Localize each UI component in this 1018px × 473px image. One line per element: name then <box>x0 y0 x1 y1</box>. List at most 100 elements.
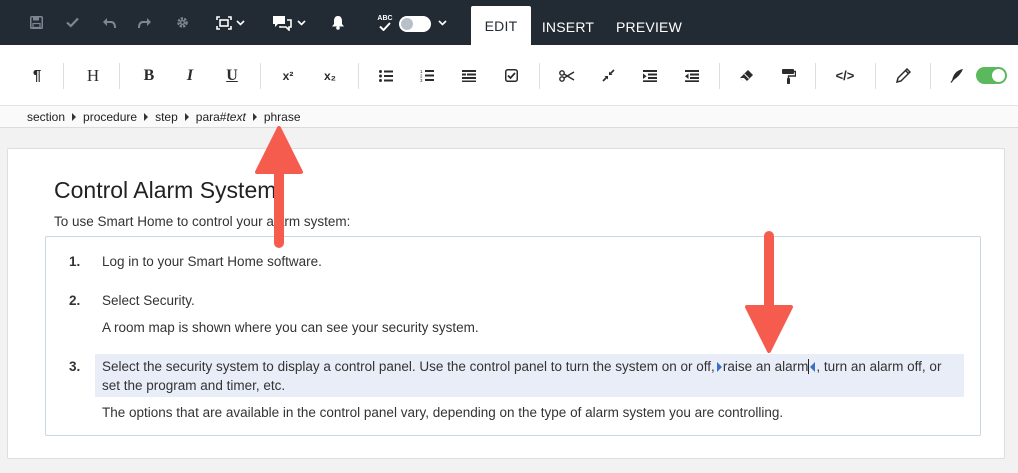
checkbox-icon <box>504 69 518 82</box>
feather-icon <box>950 69 963 83</box>
tab-edit[interactable]: EDIT <box>471 6 531 45</box>
code-button[interactable]: </> <box>833 45 857 106</box>
toolbar-separator <box>260 63 261 89</box>
phrase-text: raise an alarm <box>722 359 809 374</box>
comments-icon[interactable] <box>271 0 293 45</box>
eraser-icon <box>739 70 753 81</box>
italic-button[interactable]: I <box>180 45 200 106</box>
pencil-icon <box>895 68 911 83</box>
underline-button[interactable]: U <box>222 45 242 106</box>
track-changes-toggle[interactable] <box>976 67 1007 84</box>
format-painter-button[interactable] <box>779 45 797 106</box>
paragraph-button[interactable]: ¶ <box>28 45 46 106</box>
annotation-arrow-up-icon <box>255 126 303 248</box>
toolbar-separator <box>719 63 720 89</box>
toolbar-separator <box>815 63 816 89</box>
chevron-down-icon[interactable] <box>297 0 306 45</box>
document-title[interactable]: Control Alarm System <box>54 177 276 204</box>
fit-view-icon[interactable] <box>214 0 234 45</box>
numbered-list-button[interactable]: 123 <box>418 45 436 106</box>
outdent-icon <box>685 69 699 82</box>
top-bar: ABC EDIT INSERT PREVIEW <box>0 0 1018 45</box>
selected-paragraph[interactable]: Select the security system to display a … <box>95 354 964 397</box>
format-toolbar: ¶ H B I U x² x₂ 123 </> <box>0 45 1018 106</box>
paint-roller-icon <box>781 68 796 84</box>
breadcrumb-item-phrase[interactable]: phrase <box>264 110 301 124</box>
spellcheck-toggle[interactable] <box>399 16 431 32</box>
chevron-down-icon[interactable] <box>438 0 447 45</box>
code-icon: </> <box>835 68 855 83</box>
step-text[interactable]: Log in to your Smart Home software. <box>102 254 322 269</box>
clear-format-button[interactable] <box>737 45 755 106</box>
toolbar-separator <box>875 63 876 89</box>
scissors-icon <box>559 69 575 82</box>
paragraph-line: Select the security system to display a … <box>102 359 941 374</box>
step-info[interactable]: A room map is shown where you can see yo… <box>102 320 479 335</box>
step-text: Select the security system to display a … <box>102 359 715 374</box>
toggle-knob <box>401 18 413 30</box>
toolbar-separator <box>358 63 359 89</box>
phrase-end-marker-icon <box>810 362 816 372</box>
subscript-button[interactable]: x₂ <box>319 45 341 106</box>
spellcheck-label: ABC <box>377 14 393 22</box>
toolbar-separator <box>63 63 64 89</box>
cut-button[interactable] <box>557 45 577 106</box>
tab-preview[interactable]: PREVIEW <box>612 8 686 45</box>
superscript-label: x² <box>282 68 294 83</box>
underline-label: U <box>226 66 238 84</box>
step-number: 2. <box>69 293 81 308</box>
indent-button[interactable] <box>641 45 659 106</box>
heading-button[interactable]: H <box>83 45 103 106</box>
step-number: 1. <box>69 254 81 269</box>
step-info[interactable]: The options that are available in the co… <box>102 405 783 420</box>
breadcrumb-item-step[interactable]: step <box>155 110 178 124</box>
toolbar-separator <box>119 63 120 89</box>
undo-icon[interactable] <box>100 0 118 45</box>
redo-icon[interactable] <box>136 0 154 45</box>
breadcrumb-para-name: para# <box>195 109 227 124</box>
breadcrumb-item-procedure[interactable]: procedure <box>83 110 137 124</box>
bell-icon[interactable] <box>329 0 347 45</box>
step-number: 3. <box>69 359 81 374</box>
tab-insert[interactable]: INSERT <box>538 8 598 45</box>
bold-button[interactable]: B <box>139 45 159 106</box>
bullet-list-button[interactable] <box>377 45 395 106</box>
steps-list-button[interactable] <box>460 45 478 106</box>
breadcrumb-item-section[interactable]: section <box>27 110 65 124</box>
step-text: set the program and timer, etc. <box>102 378 286 393</box>
phrase-element[interactable]: raise an alarm <box>723 359 810 374</box>
toggle-knob <box>992 69 1005 82</box>
steps-list-icon <box>462 69 476 82</box>
chevron-down-icon[interactable] <box>236 0 245 45</box>
document-intro[interactable]: To use Smart Home to control your alarm … <box>54 214 350 229</box>
checklist-button[interactable] <box>502 45 520 106</box>
toolbar-separator <box>539 63 540 89</box>
outdent-button[interactable] <box>683 45 701 106</box>
procedure-block[interactable]: 1. Log in to your Smart Home software. 2… <box>45 236 981 436</box>
save-icon[interactable] <box>27 0 45 45</box>
step-text: , turn an alarm off, or <box>816 359 942 374</box>
italic-label: I <box>186 66 194 84</box>
superscript-button[interactable]: x² <box>277 45 299 106</box>
track-changes-button[interactable] <box>948 45 966 106</box>
breadcrumb-para-id: text <box>226 109 246 124</box>
breadcrumb-separator-icon <box>184 112 189 121</box>
spellcheck-icon[interactable]: ABC <box>374 0 396 45</box>
gear-icon[interactable] <box>173 0 191 45</box>
join-button[interactable] <box>599 45 617 106</box>
toolbar-separator <box>930 63 931 89</box>
breadcrumb-item-para[interactable]: para#text <box>196 110 246 124</box>
bold-label: B <box>143 66 155 84</box>
subscript-label: x₂ <box>323 68 336 83</box>
document-canvas[interactable]: Control Alarm System To use Smart Home t… <box>7 148 1005 459</box>
phrase-start-marker-icon <box>716 362 722 372</box>
collapse-icon <box>601 69 615 82</box>
check-icon[interactable] <box>63 0 81 45</box>
edit-button[interactable] <box>894 45 912 106</box>
step-text[interactable]: Select Security. <box>102 293 195 308</box>
pilcrow-icon: ¶ <box>32 67 42 84</box>
heading-label: H <box>86 65 100 85</box>
breadcrumb-separator-icon <box>252 112 257 121</box>
breadcrumb-separator-icon <box>144 112 149 121</box>
breadcrumb-separator-icon <box>72 112 77 121</box>
